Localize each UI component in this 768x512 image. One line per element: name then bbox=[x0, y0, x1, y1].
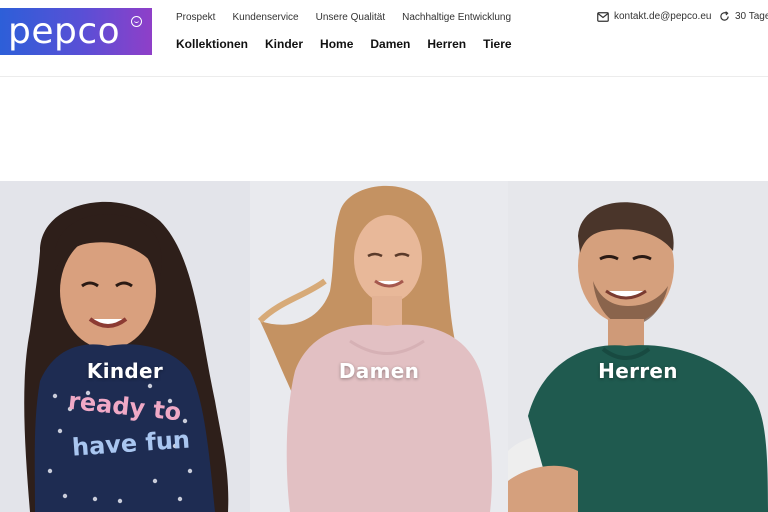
topnav-nachhaltige-entwicklung[interactable]: Nachhaltige Entwicklung bbox=[402, 12, 511, 23]
mainnav-herren[interactable]: Herren bbox=[427, 37, 466, 51]
mail-icon bbox=[597, 11, 609, 22]
logo-wordmark: pepco bbox=[8, 10, 121, 52]
category-tile-damen[interactable]: Damen bbox=[250, 181, 508, 512]
category-label-herren: Herren bbox=[598, 359, 678, 383]
category-tile-kinder[interactable]: ready to have fun Kinder bbox=[0, 181, 250, 512]
damen-photo bbox=[257, 185, 492, 512]
category-label-kinder: Kinder bbox=[86, 359, 164, 383]
mainnav-kinder[interactable]: Kinder bbox=[265, 37, 303, 51]
mainnav-kollektionen[interactable]: Kollektionen bbox=[176, 37, 248, 51]
topnav-prospekt[interactable]: Prospekt bbox=[176, 12, 215, 23]
pepco-logo[interactable]: pepco bbox=[0, 8, 152, 55]
returns-info[interactable]: 30 Tage bbox=[719, 11, 768, 22]
topnav-unsere-qualitaet[interactable]: Unsere Qualität bbox=[316, 12, 385, 23]
site-header: pepco Prospekt Kundenservice Unsere Qual… bbox=[0, 0, 768, 77]
contact-email-link[interactable]: kontakt.de@pepco.eu bbox=[597, 11, 711, 22]
herren-photo bbox=[508, 202, 768, 512]
contact-email: kontakt.de@pepco.eu bbox=[614, 11, 712, 22]
mainnav-home[interactable]: Home bbox=[320, 37, 353, 51]
mainnav-tiere[interactable]: Tiere bbox=[483, 37, 511, 51]
main-navigation: Kollektionen Kinder Home Damen Herren Ti… bbox=[176, 37, 512, 51]
returns-label: 30 Tage bbox=[735, 11, 768, 22]
topnav-kundenservice[interactable]: Kundenservice bbox=[232, 12, 298, 23]
category-label-damen: Damen bbox=[338, 359, 420, 383]
mainnav-damen[interactable]: Damen bbox=[370, 37, 410, 51]
kinder-photo: ready to have fun bbox=[24, 201, 229, 512]
logo-smile-icon bbox=[131, 16, 142, 27]
category-tile-herren[interactable]: Herren bbox=[508, 181, 768, 512]
refresh-icon bbox=[720, 11, 729, 21]
top-navigation: Prospekt Kundenservice Unsere Qualität N… bbox=[176, 12, 511, 23]
category-hero: ready to have fun Kinder Damen Herren bbox=[0, 181, 768, 512]
